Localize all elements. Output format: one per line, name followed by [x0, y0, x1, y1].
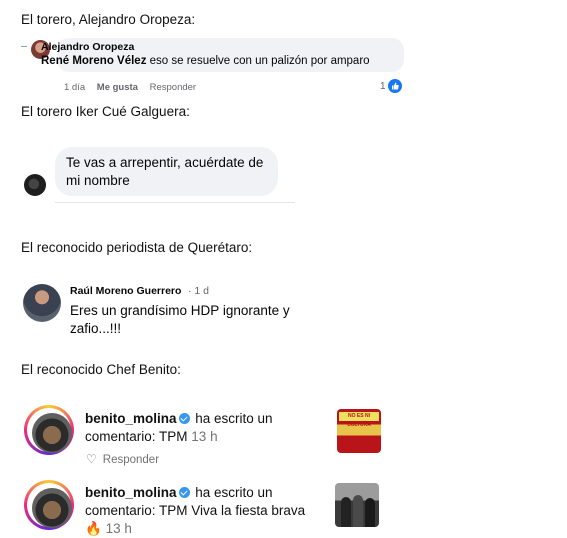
- comment-time[interactable]: · 1 d: [188, 285, 209, 297]
- comment-text: Eres un grandísimo HDP ignorante y zafio…: [70, 303, 290, 336]
- heart-icon[interactable]: ♡: [86, 452, 97, 466]
- avatar: [32, 488, 72, 528]
- heading-alejandro: El torero, Alejandro Oropeza:: [21, 12, 196, 27]
- like-button[interactable]: Me gusta: [97, 82, 138, 93]
- notification-time: 13 h: [105, 521, 132, 536]
- heading-iker: El torero Iker Cué Galguera:: [21, 104, 190, 119]
- reply-button[interactable]: ♡ Responder: [86, 452, 159, 466]
- fire-icon: 🔥: [85, 521, 102, 536]
- comment-time[interactable]: 1 día: [64, 82, 85, 93]
- avatar[interactable]: [23, 284, 61, 322]
- post-thumbnail[interactable]: NO ES NI CULTURA: [337, 409, 381, 453]
- notification-text[interactable]: benito_molina ha escrito un comentario: …: [85, 484, 330, 538]
- avatar[interactable]: [24, 174, 46, 196]
- comment-text: René Moreno Vélez eso se resuelve con un…: [41, 55, 370, 67]
- notification-time: 13 h: [191, 429, 218, 444]
- heading-periodista: El reconocido periodista de Querétaro:: [21, 240, 253, 255]
- thumbnail-banner: NO ES NI CULTURA: [339, 412, 379, 428]
- heading-chef: El reconocido Chef Benito:: [21, 362, 181, 377]
- post-thumbnail[interactable]: [335, 483, 379, 527]
- reaction-count[interactable]: 1: [380, 81, 386, 92]
- notification-text[interactable]: benito_molina ha escrito un comentario: …: [85, 410, 330, 446]
- verified-badge-icon: [178, 413, 190, 424]
- username[interactable]: benito_molina: [85, 411, 177, 426]
- divider: [55, 202, 295, 203]
- like-reaction-icon[interactable]: [388, 79, 402, 93]
- comment-author[interactable]: Alejandro Oropeza: [41, 41, 134, 53]
- comment-actions: 1 día Me gusta Responder: [64, 82, 205, 93]
- comment-body: eso se resuelve con un palizón por ampar…: [146, 55, 370, 67]
- reply-label: Responder: [102, 454, 160, 466]
- verified-badge-icon: [178, 487, 190, 498]
- message-text: Te vas a arrepentir, acuérdate de mi nom…: [66, 155, 264, 188]
- story-avatar[interactable]: [24, 405, 74, 455]
- mention-link[interactable]: René Moreno Vélez: [41, 55, 146, 67]
- avatar: [32, 413, 72, 453]
- username[interactable]: benito_molina: [85, 485, 177, 500]
- story-avatar[interactable]: [24, 480, 74, 530]
- reply-button[interactable]: Responder: [150, 82, 196, 93]
- thread-line: [21, 46, 27, 47]
- comment-author[interactable]: Raúl Moreno Guerrero: [70, 285, 181, 297]
